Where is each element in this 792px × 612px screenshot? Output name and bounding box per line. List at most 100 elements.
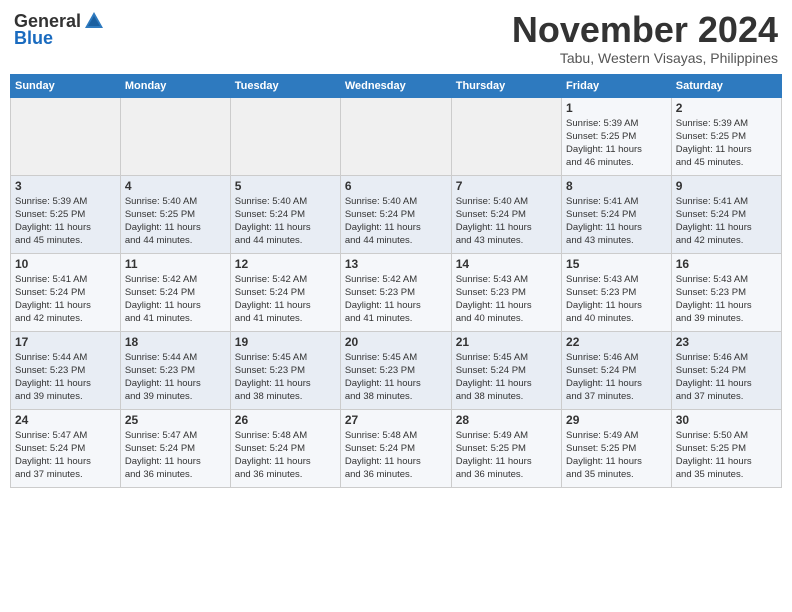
- day-info: Sunrise: 5:40 AMSunset: 5:24 PMDaylight:…: [456, 195, 557, 248]
- day-info: Sunrise: 5:44 AMSunset: 5:23 PMDaylight:…: [125, 351, 226, 404]
- calendar-cell: 18 Sunrise: 5:44 AMSunset: 5:23 PMDayligh…: [120, 331, 230, 409]
- day-info: Sunrise: 5:42 AMSunset: 5:23 PMDaylight:…: [345, 273, 447, 326]
- weekday-header: Tuesday: [230, 74, 340, 97]
- day-info: Sunrise: 5:39 AMSunset: 5:25 PMDaylight:…: [566, 117, 667, 170]
- day-info: Sunrise: 5:40 AMSunset: 5:24 PMDaylight:…: [345, 195, 447, 248]
- calendar-cell: 29 Sunrise: 5:49 AMSunset: 5:25 PMDayligh…: [562, 409, 672, 487]
- weekday-header: Friday: [562, 74, 672, 97]
- day-info: Sunrise: 5:46 AMSunset: 5:24 PMDaylight:…: [566, 351, 667, 404]
- weekday-header: Sunday: [11, 74, 121, 97]
- title-section: November 2024 Tabu, Western Visayas, Phi…: [512, 10, 778, 66]
- calendar-cell: 17 Sunrise: 5:44 AMSunset: 5:23 PMDayligh…: [11, 331, 121, 409]
- day-info: Sunrise: 5:41 AMSunset: 5:24 PMDaylight:…: [676, 195, 777, 248]
- day-number: 23: [676, 335, 777, 349]
- calendar-week-row: 3 Sunrise: 5:39 AMSunset: 5:25 PMDaylight…: [11, 175, 782, 253]
- day-number: 14: [456, 257, 557, 271]
- calendar-cell: 12Sunrise: 5:42 AMSunset: 5:24 PMDayligh…: [230, 253, 340, 331]
- day-number: 18: [125, 335, 226, 349]
- day-info: Sunrise: 5:49 AMSunset: 5:25 PMDaylight:…: [566, 429, 667, 482]
- calendar-cell: 8Sunrise: 5:41 AMSunset: 5:24 PMDaylight…: [562, 175, 672, 253]
- day-info: Sunrise: 5:46 AMSunset: 5:24 PMDaylight:…: [676, 351, 777, 404]
- calendar-cell: 6 Sunrise: 5:40 AMSunset: 5:24 PMDaylight…: [340, 175, 451, 253]
- calendar-cell: 13 Sunrise: 5:42 AMSunset: 5:23 PMDayligh…: [340, 253, 451, 331]
- page-header: General Blue November 2024 Tabu, Western…: [10, 10, 782, 66]
- day-number: 2: [676, 101, 777, 115]
- day-info: Sunrise: 5:41 AMSunset: 5:24 PMDaylight:…: [566, 195, 667, 248]
- day-info: Sunrise: 5:48 AMSunset: 5:24 PMDaylight:…: [235, 429, 336, 482]
- calendar-cell: 10Sunrise: 5:41 AMSunset: 5:24 PMDayligh…: [11, 253, 121, 331]
- weekday-header: Saturday: [671, 74, 781, 97]
- weekday-header: Wednesday: [340, 74, 451, 97]
- calendar-cell: 5 Sunrise: 5:40 AMSunset: 5:24 PMDaylight…: [230, 175, 340, 253]
- calendar-week-row: 1Sunrise: 5:39 AMSunset: 5:25 PMDaylight…: [11, 97, 782, 175]
- calendar-cell: [340, 97, 451, 175]
- calendar-cell: [11, 97, 121, 175]
- calendar-cell: 30 Sunrise: 5:50 AMSunset: 5:25 PMDayligh…: [671, 409, 781, 487]
- day-number: 6: [345, 179, 447, 193]
- calendar-cell: 22 Sunrise: 5:46 AMSunset: 5:24 PMDayligh…: [562, 331, 672, 409]
- day-info: Sunrise: 5:47 AMSunset: 5:24 PMDaylight:…: [15, 429, 116, 482]
- day-number: 25: [125, 413, 226, 427]
- day-info: Sunrise: 5:40 AMSunset: 5:25 PMDaylight:…: [125, 195, 226, 248]
- day-info: Sunrise: 5:48 AMSunset: 5:24 PMDaylight:…: [345, 429, 447, 482]
- day-number: 12: [235, 257, 336, 271]
- location-text: Tabu, Western Visayas, Philippines: [512, 50, 778, 66]
- calendar-cell: 1Sunrise: 5:39 AMSunset: 5:25 PMDaylight…: [562, 97, 672, 175]
- calendar-cell: [451, 97, 561, 175]
- day-number: 4: [125, 179, 226, 193]
- day-number: 20: [345, 335, 447, 349]
- day-number: 29: [566, 413, 667, 427]
- calendar-cell: 15 Sunrise: 5:43 AMSunset: 5:23 PMDayligh…: [562, 253, 672, 331]
- calendar-cell: 14Sunrise: 5:43 AMSunset: 5:23 PMDayligh…: [451, 253, 561, 331]
- day-info: Sunrise: 5:50 AMSunset: 5:25 PMDaylight:…: [676, 429, 777, 482]
- day-number: 26: [235, 413, 336, 427]
- day-number: 17: [15, 335, 116, 349]
- logo-icon: [83, 10, 105, 32]
- calendar-cell: 3 Sunrise: 5:39 AMSunset: 5:25 PMDaylight…: [11, 175, 121, 253]
- calendar-cell: 20 Sunrise: 5:45 AMSunset: 5:23 PMDayligh…: [340, 331, 451, 409]
- weekday-header: Thursday: [451, 74, 561, 97]
- calendar-cell: 7 Sunrise: 5:40 AMSunset: 5:24 PMDaylight…: [451, 175, 561, 253]
- month-title: November 2024: [512, 10, 778, 50]
- day-number: 3: [15, 179, 116, 193]
- day-number: 28: [456, 413, 557, 427]
- day-info: Sunrise: 5:45 AMSunset: 5:24 PMDaylight:…: [456, 351, 557, 404]
- day-number: 30: [676, 413, 777, 427]
- day-info: Sunrise: 5:43 AMSunset: 5:23 PMDaylight:…: [676, 273, 777, 326]
- calendar-cell: 19 Sunrise: 5:45 AMSunset: 5:23 PMDayligh…: [230, 331, 340, 409]
- day-number: 5: [235, 179, 336, 193]
- calendar-table: SundayMondayTuesdayWednesdayThursdayFrid…: [10, 74, 782, 488]
- calendar-week-row: 24Sunrise: 5:47 AMSunset: 5:24 PMDayligh…: [11, 409, 782, 487]
- calendar-week-row: 17 Sunrise: 5:44 AMSunset: 5:23 PMDayligh…: [11, 331, 782, 409]
- day-info: Sunrise: 5:44 AMSunset: 5:23 PMDaylight:…: [15, 351, 116, 404]
- day-info: Sunrise: 5:43 AMSunset: 5:23 PMDaylight:…: [566, 273, 667, 326]
- day-number: 7: [456, 179, 557, 193]
- day-number: 15: [566, 257, 667, 271]
- calendar-cell: 21 Sunrise: 5:45 AMSunset: 5:24 PMDayligh…: [451, 331, 561, 409]
- calendar-cell: 23 Sunrise: 5:46 AMSunset: 5:24 PMDayligh…: [671, 331, 781, 409]
- logo-blue-text: Blue: [14, 28, 53, 49]
- calendar-cell: 16 Sunrise: 5:43 AMSunset: 5:23 PMDayligh…: [671, 253, 781, 331]
- day-info: Sunrise: 5:39 AMSunset: 5:25 PMDaylight:…: [15, 195, 116, 248]
- weekday-header: Monday: [120, 74, 230, 97]
- day-number: 11: [125, 257, 226, 271]
- calendar-cell: 25Sunrise: 5:47 AMSunset: 5:24 PMDayligh…: [120, 409, 230, 487]
- calendar-cell: 9Sunrise: 5:41 AMSunset: 5:24 PMDaylight…: [671, 175, 781, 253]
- day-info: Sunrise: 5:40 AMSunset: 5:24 PMDaylight:…: [235, 195, 336, 248]
- calendar-cell: 4 Sunrise: 5:40 AMSunset: 5:25 PMDaylight…: [120, 175, 230, 253]
- day-number: 22: [566, 335, 667, 349]
- day-info: Sunrise: 5:39 AMSunset: 5:25 PMDaylight:…: [676, 117, 777, 170]
- day-info: Sunrise: 5:49 AMSunset: 5:25 PMDaylight:…: [456, 429, 557, 482]
- day-number: 13: [345, 257, 447, 271]
- day-info: Sunrise: 5:45 AMSunset: 5:23 PMDaylight:…: [235, 351, 336, 404]
- calendar-cell: 11 Sunrise: 5:42 AMSunset: 5:24 PMDayligh…: [120, 253, 230, 331]
- calendar-header-row: SundayMondayTuesdayWednesdayThursdayFrid…: [11, 74, 782, 97]
- day-number: 16: [676, 257, 777, 271]
- day-info: Sunrise: 5:45 AMSunset: 5:23 PMDaylight:…: [345, 351, 447, 404]
- calendar-cell: 28 Sunrise: 5:49 AMSunset: 5:25 PMDayligh…: [451, 409, 561, 487]
- calendar-cell: [120, 97, 230, 175]
- calendar-week-row: 10Sunrise: 5:41 AMSunset: 5:24 PMDayligh…: [11, 253, 782, 331]
- day-number: 21: [456, 335, 557, 349]
- day-info: Sunrise: 5:42 AMSunset: 5:24 PMDaylight:…: [125, 273, 226, 326]
- day-number: 19: [235, 335, 336, 349]
